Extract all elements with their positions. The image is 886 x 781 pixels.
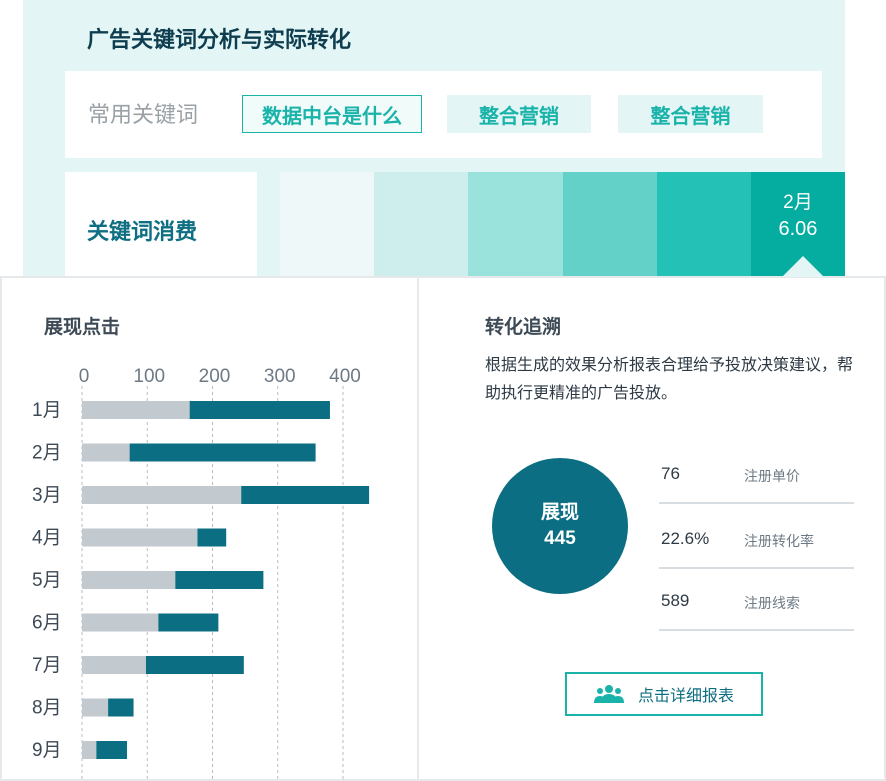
impressions-bar-chart: 0 100 200 300 400 1月 2月 3月 4月 5月 6月 7月 8月 9月 xyxy=(32,366,370,781)
x-tick-label: 200 xyxy=(199,366,231,387)
conversion-title: 转化追溯 xyxy=(485,317,562,338)
bar-segment-clicks xyxy=(82,486,242,504)
page-title: 广告关键词分析与实际转化 xyxy=(87,27,352,52)
keyword-cost-card: 关键词消费 xyxy=(65,172,257,276)
keyword-cost-label: 关键词消费 xyxy=(87,219,198,244)
bar-segment-impressions xyxy=(108,698,134,717)
heat-cell[interactable] xyxy=(562,172,657,276)
impression-circle-label: 展现 xyxy=(540,502,579,523)
bar-segment-impressions xyxy=(189,401,330,419)
detailed-report-label: 点击详细报表 xyxy=(637,688,734,705)
impression-circle-value: 445 xyxy=(544,528,576,549)
pointer-arrow-icon xyxy=(782,256,824,277)
bar-segment-impressions xyxy=(197,528,227,547)
metric-value: 589 xyxy=(661,591,690,610)
detailed-report-button[interactable]: 点击详细报表 xyxy=(565,672,763,716)
metric-value: 22.6% xyxy=(661,529,710,548)
heat-cell[interactable] xyxy=(280,172,375,276)
keyword-tag-integrated-marketing-2[interactable]: 整合营销 xyxy=(618,95,763,133)
heat-cell[interactable] xyxy=(374,172,469,276)
bar-segment-clicks xyxy=(82,613,159,632)
bar-segment-clicks xyxy=(82,443,130,462)
bar-segment-clicks xyxy=(82,656,146,674)
keyword-bar: 常用关键词 数据中台是什么 整合营销 整合营销 xyxy=(65,71,822,158)
x-tick-label: 100 xyxy=(133,366,165,387)
metric-value: 76 xyxy=(661,464,680,483)
detail-card: 展现点击 0 100 200 300 400 1月 2月 3月 4月 5月 6月 7月 8月 9月 转化追… xyxy=(0,276,886,781)
conversion-description: 根据生成的效果分析报表合理给予投放决策建议，帮助执行更精准的广告投放。 xyxy=(485,357,854,402)
x-tick-label: 400 xyxy=(329,366,361,387)
bar-segment-impressions xyxy=(145,656,244,674)
category-label: 2月 xyxy=(32,443,62,464)
keyword-label: 常用关键词 xyxy=(88,102,199,127)
impression-circle: 展现 445 xyxy=(492,458,628,594)
bar-segment-impressions xyxy=(241,486,370,504)
cost-heat-strip: 2月 6.06 xyxy=(280,172,846,276)
card-divider xyxy=(417,278,419,781)
category-label: 6月 xyxy=(32,613,62,634)
users-icon xyxy=(593,685,624,703)
category-label: 3月 xyxy=(32,485,62,506)
keyword-tag-integrated-marketing[interactable]: 整合营销 xyxy=(447,95,591,133)
bar-segment-clicks xyxy=(82,741,97,759)
heat-cell[interactable] xyxy=(656,172,751,276)
x-tick-label: 0 xyxy=(79,366,90,387)
bar-segment-clicks xyxy=(82,401,190,419)
bar-segment-clicks xyxy=(82,528,198,547)
bar-segment-impressions xyxy=(175,571,264,589)
category-label: 4月 xyxy=(32,528,62,549)
metric-label: 注册转化率 xyxy=(744,533,814,549)
bar-segment-clicks xyxy=(82,571,176,589)
category-label: 7月 xyxy=(32,655,62,676)
x-tick-label: 300 xyxy=(264,366,296,387)
category-label: 1月 xyxy=(32,400,62,421)
keyword-tag-data-platform[interactable]: 数据中台是什么 xyxy=(242,95,422,133)
category-label: 9月 xyxy=(32,740,62,761)
category-label: 8月 xyxy=(32,698,62,719)
heat-cell[interactable] xyxy=(468,172,563,276)
bar-segment-impressions xyxy=(158,613,219,632)
metric-row: 76 注册单价 xyxy=(659,444,854,504)
bar-segment-impressions xyxy=(96,741,128,759)
metric-row: 589 注册线索 xyxy=(659,571,854,631)
bar-segment-impressions xyxy=(129,443,316,462)
metric-row: 22.6% 注册转化率 xyxy=(659,509,854,569)
category-label: 5月 xyxy=(32,570,62,591)
bar-segment-clicks xyxy=(82,698,109,717)
active-cost-value: 6.06 xyxy=(778,218,818,240)
active-month: 2月 xyxy=(783,192,813,213)
metric-label: 注册线索 xyxy=(744,595,800,611)
metric-label: 注册单价 xyxy=(744,468,800,484)
